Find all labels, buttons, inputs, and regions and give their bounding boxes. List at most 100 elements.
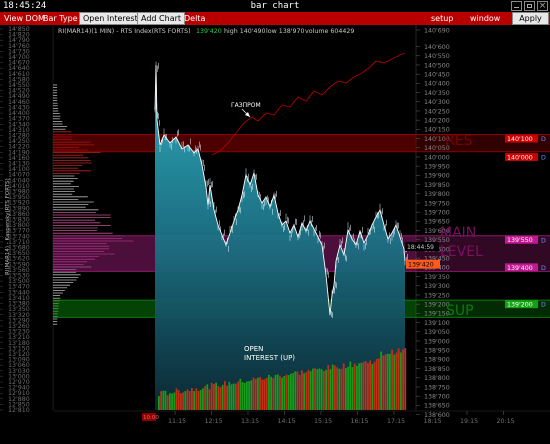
- price-tick-label: 139'850: [424, 182, 450, 189]
- price-tick-label: 140'200: [424, 117, 450, 124]
- bar-type-button[interactable]: Bar Type: [40, 12, 81, 25]
- oi-bar: [325, 369, 327, 410]
- price-tick-label: 139'800: [424, 191, 450, 198]
- oi-bar: [158, 396, 160, 410]
- window-button[interactable]: window: [467, 12, 503, 25]
- oi-bar: [197, 390, 200, 410]
- oi-bar: [294, 371, 297, 410]
- oi-bar: [184, 391, 187, 410]
- setup-button[interactable]: setup: [428, 12, 456, 25]
- window-title: bar chart: [250, 1, 300, 11]
- oi-bar: [243, 382, 246, 410]
- oi-bar: [193, 391, 195, 410]
- oi-bar: [386, 353, 389, 410]
- main-level-label-line1: MAIN: [440, 225, 476, 241]
- volume-label: volume 604429: [305, 28, 354, 35]
- oi-bar: [162, 390, 165, 410]
- oi-bar: [287, 375, 290, 410]
- price-tag-label: 139'550: [507, 237, 533, 244]
- oi-bar: [345, 368, 347, 410]
- price-tick-label: 138'750: [424, 384, 450, 391]
- oi-bar: [182, 392, 184, 410]
- open-interest-button[interactable]: Open Interest: [79, 12, 142, 25]
- chart-area[interactable]: 14'850 14'820 14'790 14'760 14'730 14'700 14'6…: [0, 25, 550, 440]
- gazprom-label: ГАЗПРОМ: [231, 102, 261, 109]
- oi-bar: [329, 369, 332, 410]
- oi-bar: [347, 366, 349, 410]
- oi-bar: [263, 379, 266, 410]
- oi-bar: [351, 367, 354, 410]
- oi-bar: [364, 361, 367, 410]
- oi-bar: [309, 371, 312, 410]
- time-tick-label: 12:15: [205, 418, 223, 425]
- price-tick-label: 140'550: [424, 53, 450, 60]
- oi-bar: [303, 373, 305, 410]
- oi-bar: [276, 374, 279, 410]
- left-tick-label: 12'810: [8, 407, 30, 414]
- time-tick-label: 20:15: [497, 418, 515, 425]
- oi-bar: [195, 388, 198, 410]
- price-tick-label: 139'250: [424, 292, 450, 299]
- start-time-label: 10:00: [143, 415, 159, 421]
- oi-bar: [397, 348, 400, 410]
- oi-bar: [213, 384, 215, 410]
- main-level-label-line2: LEVEL: [440, 244, 483, 260]
- oi-bar: [219, 387, 222, 410]
- maximize-icon[interactable]: [524, 1, 535, 11]
- oi-bar: [191, 387, 193, 410]
- oi-bar: [402, 349, 404, 410]
- price-tick-label: 139'750: [424, 200, 450, 207]
- oi-bar: [199, 389, 202, 410]
- oi-bar: [232, 383, 235, 410]
- oi-bar: [340, 368, 343, 410]
- price-tick-label: 138'850: [424, 366, 450, 373]
- oi-bar: [259, 376, 261, 410]
- zone-res: [53, 134, 416, 152]
- add-chart-button[interactable]: Add Chart: [137, 12, 186, 25]
- oi-bar: [250, 380, 253, 410]
- chart-svg[interactable]: 14'85014'82014'79014'76014'73014'70014'6…: [0, 25, 550, 440]
- oi-label-line2: INTEREST (UP): [244, 354, 295, 362]
- oi-bar: [371, 364, 374, 410]
- last-price-label: 139'420: [196, 28, 222, 35]
- oi-bar: [217, 386, 220, 410]
- oi-bar: [395, 352, 398, 410]
- oi-bar: [279, 375, 281, 410]
- oi-bar: [369, 360, 371, 410]
- oi-bar: [342, 363, 345, 410]
- last-price-tag: 139'420: [408, 261, 434, 268]
- oi-bar: [270, 376, 272, 410]
- oi-bar: [358, 363, 360, 410]
- price-tick-label: 139'900: [424, 173, 450, 180]
- oi-bar: [349, 361, 352, 410]
- apply-button[interactable]: Apply: [512, 12, 549, 25]
- oi-bar: [391, 349, 393, 410]
- oi-bar: [285, 374, 288, 410]
- oi-bar: [254, 379, 257, 410]
- high-label: high 140'490: [224, 28, 266, 35]
- oi-bar: [353, 363, 356, 410]
- price-tick-label: 140'300: [424, 99, 450, 106]
- price-tick-label: 140'600: [424, 44, 450, 51]
- oi-bar: [204, 385, 206, 410]
- price-tag-label: 140'000: [507, 154, 533, 161]
- price-tick-label: 138'700: [424, 393, 450, 400]
- oi-bar: [320, 369, 323, 410]
- oi-bar: [228, 381, 231, 410]
- close-icon[interactable]: ×: [537, 1, 548, 11]
- oi-bar: [380, 351, 382, 410]
- oi-bar: [208, 389, 211, 410]
- minimize-icon[interactable]: [511, 1, 522, 11]
- oi-bar: [241, 382, 244, 410]
- oi-bar: [257, 377, 259, 410]
- price-tag-label: 139'400: [507, 265, 533, 272]
- delta-button[interactable]: Delta: [181, 12, 208, 25]
- oi-bar: [166, 395, 169, 410]
- d-marker: D: [541, 136, 546, 143]
- oi-bar: [307, 369, 310, 410]
- price-tick-label: 140'450: [424, 71, 450, 78]
- chart-header: RI(MAR14)(1 MIN) - RTS Index(RTS FORTS): [58, 28, 191, 35]
- oi-bar: [331, 364, 334, 410]
- oi-bar: [215, 382, 217, 410]
- price-tick-label: 140'690: [424, 27, 450, 34]
